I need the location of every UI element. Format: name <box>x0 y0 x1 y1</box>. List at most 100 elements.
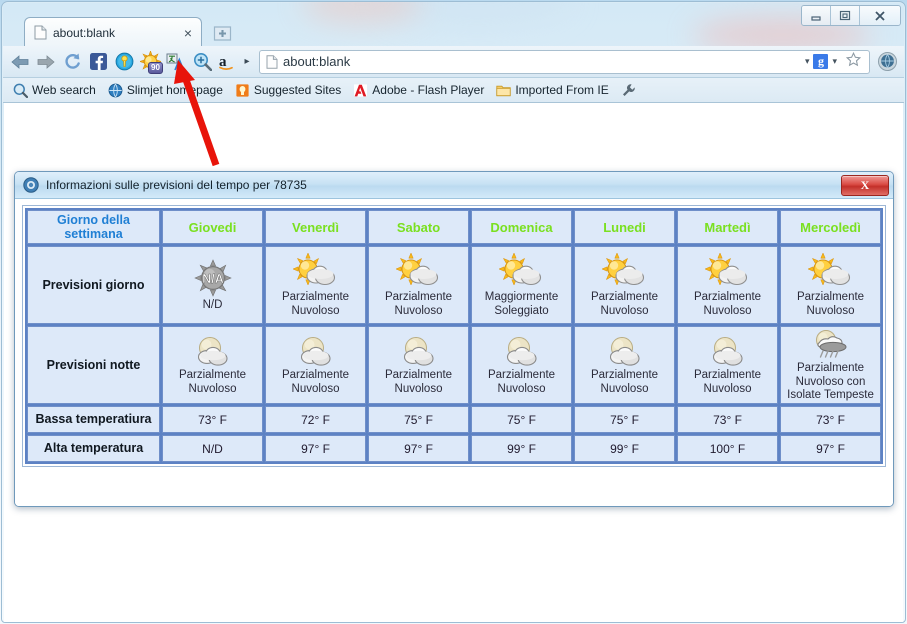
condition-label: N/D <box>202 298 223 311</box>
low-temp-3: 75° F <box>471 406 572 433</box>
condition-label: Parzialmente Nuvoloso <box>590 290 659 317</box>
toolbar-overflow-chevron[interactable]: ▸ <box>241 56 253 67</box>
condition-label: Parzialmente Nuvoloso <box>590 368 659 395</box>
reload-button[interactable] <box>59 49 85 75</box>
tab-close-button[interactable]: × <box>181 26 195 40</box>
dialog-titlebar: Informazioni sulle previsioni del tempo … <box>15 172 893 199</box>
tab-title: about:blank <box>53 25 116 40</box>
forward-arrow-icon <box>37 54 55 69</box>
forecast-corner-header: Giorno della settimana <box>27 210 160 244</box>
table-row-high-temperature: Alta temperatura N/D 97° F 97° F 99° F 9… <box>27 435 881 462</box>
sun-cloud-icon <box>497 252 541 286</box>
search-engine-caret[interactable]: ▾ <box>832 56 837 67</box>
sun-cloud-icon <box>394 252 438 286</box>
moon-cloud-icon <box>712 336 743 366</box>
weather-count-badge: 90 <box>148 61 163 74</box>
bookmark-imported-from-ie[interactable]: Imported From IE <box>492 81 614 100</box>
address-bar-text: about:blank <box>283 54 351 69</box>
bookmark-suggested-sites[interactable]: Suggested Sites <box>231 81 347 100</box>
dialog-close-button[interactable]: X <box>841 175 889 196</box>
bookmark-slimjet-homepage[interactable]: Slimjet homepage <box>104 81 229 100</box>
row-label-high-temperature: Alta temperatura <box>27 435 160 462</box>
new-tab-button[interactable] <box>211 22 233 43</box>
condition-label: Parzialmente Nuvoloso <box>178 368 247 395</box>
bookmark-adobe-flash-player[interactable]: Adobe - Flash Player <box>349 81 490 100</box>
page-icon <box>266 54 278 69</box>
search-engine-icon[interactable]: g <box>813 54 829 69</box>
bulb-icon <box>235 83 250 98</box>
table-row-day-forecast: Previsioni giorno N/A N/D Parzialmente N… <box>27 246 881 324</box>
day-cell-1: Parzialmente Nuvoloso <box>265 246 366 324</box>
high-temp-0: N/D <box>162 435 263 462</box>
high-temp-3: 99° F <box>471 435 572 462</box>
settings-button[interactable] <box>874 49 900 75</box>
bookmark-label: Imported From IE <box>515 83 609 97</box>
bookmarks-bar: Web search Slimjet homepage Suggested Si… <box>3 78 904 103</box>
night-cell-1: Parzialmente Nuvoloso <box>265 326 366 404</box>
night-cell-3: Parzialmente Nuvoloso <box>471 326 572 404</box>
zoom-button[interactable] <box>189 49 215 75</box>
bookmark-tools[interactable] <box>617 81 646 100</box>
forecast-table: Giorno della settimana Giovedi Venerdì S… <box>25 208 883 464</box>
storm-cloud-icon <box>815 330 846 358</box>
svg-text:N/A: N/A <box>202 272 224 286</box>
condition-label: Parzialmente Nuvoloso <box>281 368 350 395</box>
table-row-low-temperature: Bassa temperatiura 73° F 72° F 75° F 75°… <box>27 406 881 433</box>
dialog-title: Informazioni sulle previsioni del tempo … <box>46 178 307 192</box>
adobe-icon <box>353 83 368 98</box>
weather-forecast-dialog: Informazioni sulle previsioni del tempo … <box>14 171 894 507</box>
magnifier-icon <box>193 53 212 71</box>
high-temp-2: 97° F <box>368 435 469 462</box>
back-button[interactable] <box>7 49 33 75</box>
high-temp-6: 97° F <box>780 435 881 462</box>
low-temp-5: 73° F <box>677 406 778 433</box>
sun-cloud-icon <box>600 252 644 286</box>
condition-label: Maggiormente Soleggiato <box>484 290 559 317</box>
sun-cloud-icon <box>291 252 335 286</box>
night-cell-2: Parzialmente Nuvoloso <box>368 326 469 404</box>
lastpass-button[interactable] <box>111 49 137 75</box>
day-cell-2: Parzialmente Nuvoloso <box>368 246 469 324</box>
browser-tab[interactable]: about:blank × <box>24 17 202 47</box>
sun-cloud-icon <box>806 252 850 286</box>
high-temp-1: 97° F <box>265 435 366 462</box>
na-icon: N/A <box>193 258 232 297</box>
moon-cloud-icon <box>197 336 228 366</box>
facebook-button[interactable] <box>85 49 111 75</box>
high-temp-5: 100° F <box>677 435 778 462</box>
translate-button[interactable] <box>163 49 189 75</box>
night-cell-0: Parzialmente Nuvoloso <box>162 326 263 404</box>
low-temp-4: 75° F <box>574 406 675 433</box>
condition-label: Parzialmente Nuvoloso <box>487 368 556 395</box>
forward-button[interactable] <box>33 49 59 75</box>
browser-window: about:blank × 90 a ▸ about:blank ▾ g ▾ W… <box>1 1 906 623</box>
key-icon <box>115 52 133 71</box>
address-bar[interactable]: about:blank ▾ g ▾ <box>259 49 870 74</box>
star-icon <box>845 51 862 66</box>
row-label-low-temperature: Bassa temperatiura <box>27 406 160 433</box>
magnifier-icon <box>13 83 28 98</box>
condition-label: Parzialmente Nuvoloso <box>693 290 762 317</box>
forecast-header-row: Giorno della settimana Giovedi Venerdì S… <box>27 210 881 244</box>
globe-icon <box>108 83 123 98</box>
condition-label: Parzialmente Nuvoloso <box>796 290 865 317</box>
day-cell-0: N/A N/D <box>162 246 263 324</box>
bookmark-label: Suggested Sites <box>253 83 342 97</box>
amazon-button[interactable]: a <box>215 49 241 75</box>
browser-toolbar: 90 a ▸ about:blank ▾ g ▾ <box>3 46 904 78</box>
bookmark-label: Web search <box>32 83 96 97</box>
condition-label: Parzialmente Nuvoloso <box>384 290 453 317</box>
day-header-4: Lunedi <box>574 210 675 244</box>
condition-label: Parzialmente Nuvoloso <box>281 290 350 317</box>
weather-button[interactable]: 90 <box>137 49 163 75</box>
night-cell-4: Parzialmente Nuvoloso <box>574 326 675 404</box>
amazon-icon: a <box>219 54 233 70</box>
bookmark-web-search[interactable]: Web search <box>9 81 102 100</box>
day-cell-3: Maggiormente Soleggiato <box>471 246 572 324</box>
day-cell-4: Parzialmente Nuvoloso <box>574 246 675 324</box>
bookmark-star-icon[interactable] <box>845 51 862 72</box>
back-arrow-icon <box>11 54 29 69</box>
condition-label: Parzialmente Nuvoloso <box>384 368 453 395</box>
condition-label: Parzialmente Nuvoloso <box>693 368 762 395</box>
omnibox-dropdown-caret[interactable]: ▾ <box>805 56 810 67</box>
